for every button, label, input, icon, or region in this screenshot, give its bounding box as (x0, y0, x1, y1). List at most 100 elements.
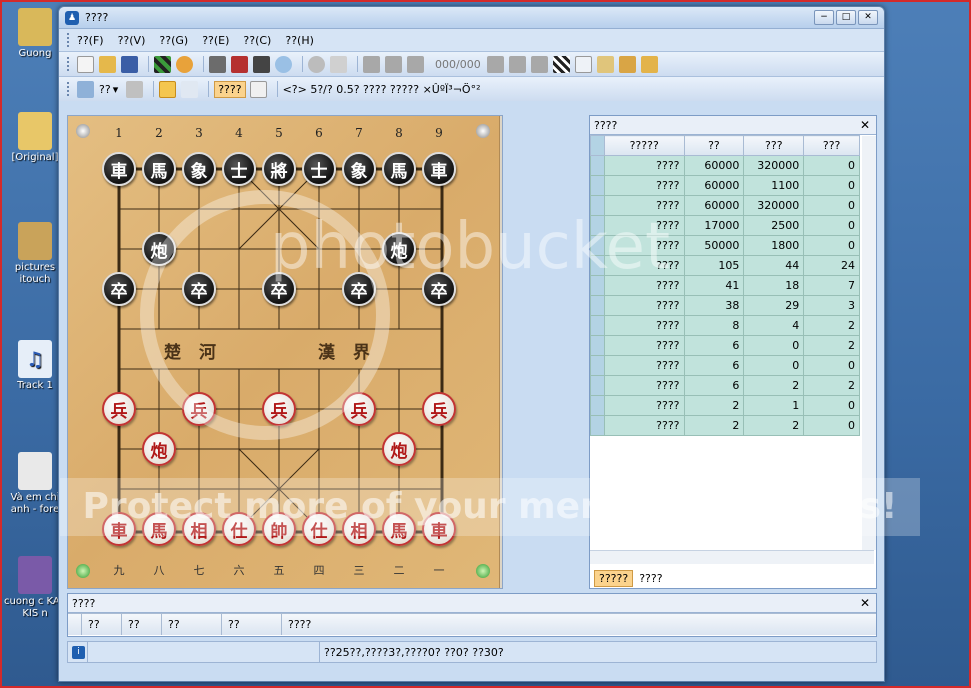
menu-edit[interactable]: ??(E) (202, 34, 229, 47)
copy-icon[interactable] (574, 55, 592, 73)
monitor-black-icon[interactable] (253, 55, 270, 73)
red-soldier[interactable]: 兵 (422, 392, 456, 426)
close-icon[interactable]: ✕ (860, 118, 870, 132)
red-chariot[interactable]: 車 (422, 512, 456, 546)
column-header[interactable]: ????? (603, 135, 685, 156)
black-elephant[interactable]: 象 (342, 152, 376, 186)
menu-computer[interactable]: ??(C) (243, 34, 271, 47)
monitor-red-icon[interactable] (209, 55, 226, 73)
table-row[interactable]: ???? 6 0 0 (590, 355, 860, 376)
desktop-icon-guong[interactable]: Guong (4, 8, 66, 60)
row-header[interactable] (590, 315, 605, 336)
black-soldier[interactable]: 卒 (422, 272, 456, 306)
desktop-icon-video[interactable]: Và em chỉ anh - fore (4, 452, 66, 516)
tab-second[interactable]: ???? (635, 571, 666, 586)
table-row[interactable]: ???? 6 2 2 (590, 375, 860, 396)
black-chariot[interactable]: 車 (102, 152, 136, 186)
table-row[interactable]: ???? 105 44 24 (590, 255, 860, 276)
clock-icon[interactable] (176, 55, 193, 73)
black-chariot[interactable]: 車 (422, 152, 456, 186)
monitor-icon[interactable] (231, 55, 248, 73)
menu-view[interactable]: ??(V) (118, 34, 146, 47)
first-move-icon[interactable] (363, 55, 380, 73)
title-bar[interactable]: ♟ ???? − □ ✕ (59, 7, 884, 29)
red-horse[interactable]: 馬 (382, 512, 416, 546)
menu-help[interactable]: ??(H) (285, 34, 314, 47)
row-header[interactable] (590, 355, 605, 376)
black-soldier[interactable]: 卒 (342, 272, 376, 306)
red-elephant[interactable]: 相 (182, 512, 216, 546)
black-advisor[interactable]: 士 (302, 152, 336, 186)
menu-game[interactable]: ??(G) (159, 34, 188, 47)
board-icon[interactable] (154, 55, 171, 73)
red-cannon[interactable]: 炮 (142, 432, 176, 466)
row-header[interactable] (590, 215, 605, 236)
row-header[interactable] (590, 235, 605, 256)
table-row[interactable]: ???? 50000 1800 0 (590, 235, 860, 256)
export-icon[interactable] (618, 55, 636, 73)
new-file-icon[interactable] (77, 55, 94, 73)
desktop-icon-pictures[interactable]: pictures itouch (4, 222, 66, 286)
table-row[interactable]: ???? 60000 1100 0 (590, 175, 860, 196)
black-horse[interactable]: 馬 (142, 152, 176, 186)
row-header[interactable] (590, 375, 605, 396)
red-cannon[interactable]: 炮 (382, 432, 416, 466)
row-header[interactable] (590, 295, 605, 316)
table-row[interactable]: ???? 60000 320000 0 (590, 155, 860, 176)
import-icon[interactable] (640, 55, 658, 73)
close-icon[interactable]: ✕ (860, 596, 870, 610)
vertical-scrollbar[interactable] (862, 136, 876, 550)
undo-icon[interactable] (330, 55, 347, 73)
red-advisor[interactable]: 仕 (222, 512, 256, 546)
black-general[interactable]: 將 (262, 152, 296, 186)
menu-file[interactable]: ??(F) (77, 34, 104, 47)
red-soldier[interactable]: 兵 (102, 392, 136, 426)
column-header[interactable]: ?? (222, 614, 282, 635)
black-elephant[interactable]: 象 (182, 152, 216, 186)
row-header[interactable] (590, 175, 605, 196)
black-soldier[interactable]: 卒 (262, 272, 296, 306)
red-horse[interactable]: 馬 (142, 512, 176, 546)
column-header[interactable]: ?? (162, 614, 222, 635)
last-move-icon[interactable] (530, 55, 548, 73)
row-header[interactable] (590, 255, 605, 276)
engine-icon[interactable] (77, 80, 94, 98)
row-header[interactable] (590, 415, 605, 436)
minimize-button[interactable]: − (814, 10, 834, 25)
mode-toggle-button[interactable]: ???? (214, 80, 246, 98)
black-cannon[interactable]: 炮 (142, 232, 176, 266)
row-header[interactable] (590, 335, 605, 356)
prev-move-icon[interactable] (407, 55, 424, 73)
black-cannon[interactable]: 炮 (382, 232, 416, 266)
black-soldier[interactable]: 卒 (102, 272, 136, 306)
row-header[interactable] (590, 395, 605, 416)
xiangqi-board[interactable]: 1 2 3 4 5 6 7 8 9 九 八 七 六 五 四 三 二 一 楚河 漢… (68, 116, 500, 588)
column-header[interactable]: ???? (282, 614, 876, 635)
row-header[interactable] (590, 195, 605, 216)
grip-handle[interactable] (67, 57, 71, 71)
red-elephant[interactable]: 相 (342, 512, 376, 546)
column-header[interactable]: ??? (743, 135, 805, 156)
save-icon[interactable] (121, 55, 138, 73)
red-chariot[interactable]: 車 (102, 512, 136, 546)
table-row[interactable]: ???? 17000 2500 0 (590, 215, 860, 236)
flag-icon[interactable] (552, 55, 570, 73)
table-row[interactable]: ???? 8 4 2 (590, 315, 860, 336)
search-icon[interactable] (275, 55, 292, 73)
column-header[interactable]: ?? (82, 614, 122, 635)
row-header[interactable] (590, 155, 605, 176)
black-soldier[interactable]: 卒 (182, 272, 216, 306)
red-soldier[interactable]: 兵 (182, 392, 216, 426)
desktop-icon-original[interactable]: [Original] (4, 112, 66, 164)
column-header[interactable]: ?? (683, 135, 745, 156)
monitor-active-icon[interactable] (159, 80, 177, 98)
horizontal-scrollbar[interactable] (590, 550, 874, 564)
red-soldier[interactable]: 兵 (342, 392, 376, 426)
fast-forward-icon[interactable] (508, 55, 526, 73)
table-row[interactable]: ???? 41 18 7 (590, 275, 860, 296)
column-header[interactable]: ??? (803, 135, 860, 156)
engine-settings-icon[interactable] (126, 80, 144, 98)
table-row[interactable]: ???? 38 29 3 (590, 295, 860, 316)
column-header[interactable]: ?? (122, 614, 162, 635)
table-row[interactable]: ???? 6 0 2 (590, 335, 860, 356)
